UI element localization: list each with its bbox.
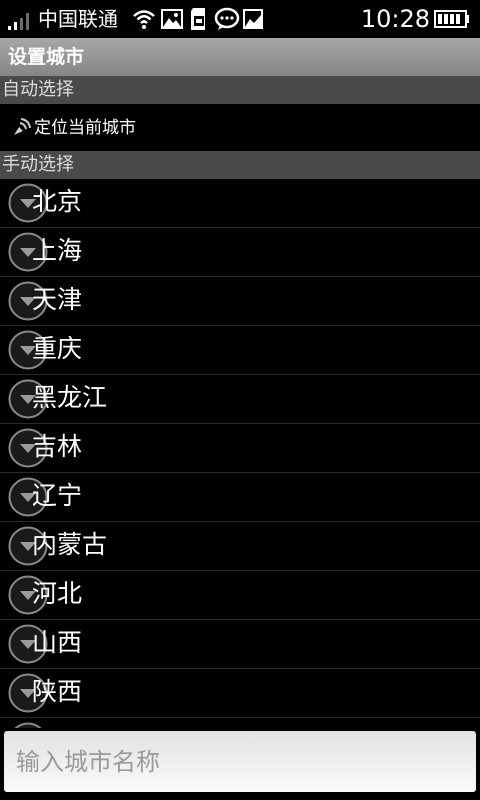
locate-label: 定位当前城市 bbox=[34, 118, 136, 138]
carrier-name: 中国联通 bbox=[38, 7, 118, 31]
list-item[interactable]: 河北 bbox=[0, 571, 480, 620]
status-bar: 中国联通 10:28 bbox=[0, 0, 480, 38]
manual-section-label: 手动选择 bbox=[2, 154, 74, 175]
province-name: 上海 bbox=[32, 236, 83, 265]
province-name: 山西 bbox=[32, 628, 83, 657]
province-name: 天津 bbox=[32, 285, 83, 314]
location-icon bbox=[14, 118, 31, 135]
list-item[interactable]: 重庆 bbox=[0, 326, 480, 375]
province-name: 陕西 bbox=[32, 677, 83, 706]
list-item[interactable]: 上海 bbox=[0, 228, 480, 277]
province-name: 辽宁 bbox=[32, 481, 83, 510]
province-name: 黑龙江 bbox=[32, 383, 108, 412]
wifi-icon bbox=[133, 10, 155, 29]
auto-section-header: 自动选择 bbox=[0, 76, 480, 104]
list-item[interactable]: 内蒙古 bbox=[0, 522, 480, 571]
list-item[interactable]: 辽宁 bbox=[0, 473, 480, 522]
list-item[interactable]: 吉林 bbox=[0, 424, 480, 473]
manual-section-header: 手动选择 bbox=[0, 151, 480, 179]
province-name: 内蒙古 bbox=[32, 530, 108, 559]
province-name: 河北 bbox=[32, 579, 83, 608]
title-bar: 设置城市 bbox=[0, 38, 480, 76]
province-name: 北京 bbox=[32, 187, 83, 216]
locate-current-city-button[interactable]: 定位当前城市 bbox=[0, 105, 480, 151]
battery-icon bbox=[434, 10, 469, 28]
list-item[interactable]: 山西 bbox=[0, 620, 480, 669]
list-item[interactable]: 黑龙江 bbox=[0, 375, 480, 424]
sd-card-icon bbox=[191, 8, 205, 30]
province-name: 吉林 bbox=[32, 432, 83, 461]
signal-icon bbox=[8, 13, 29, 30]
list-item[interactable]: 北京 bbox=[0, 179, 480, 228]
list-item[interactable]: 天津 bbox=[0, 277, 480, 326]
search-bar bbox=[0, 728, 480, 800]
province-name: 重庆 bbox=[32, 334, 83, 363]
city-search-input[interactable] bbox=[4, 731, 476, 792]
list-item[interactable]: 陕西 bbox=[0, 669, 480, 718]
photo-icon bbox=[243, 9, 263, 29]
province-list[interactable]: 北京 上海 天津 重庆 黑龙江 吉林 辽宁 内蒙古 河北 山西 陕西 bbox=[0, 179, 480, 730]
image-icon bbox=[161, 9, 183, 29]
clock: 10:28 bbox=[360, 5, 430, 33]
message-icon bbox=[214, 7, 240, 30]
auto-section-label: 自动选择 bbox=[2, 79, 74, 100]
page-title: 设置城市 bbox=[8, 46, 85, 68]
